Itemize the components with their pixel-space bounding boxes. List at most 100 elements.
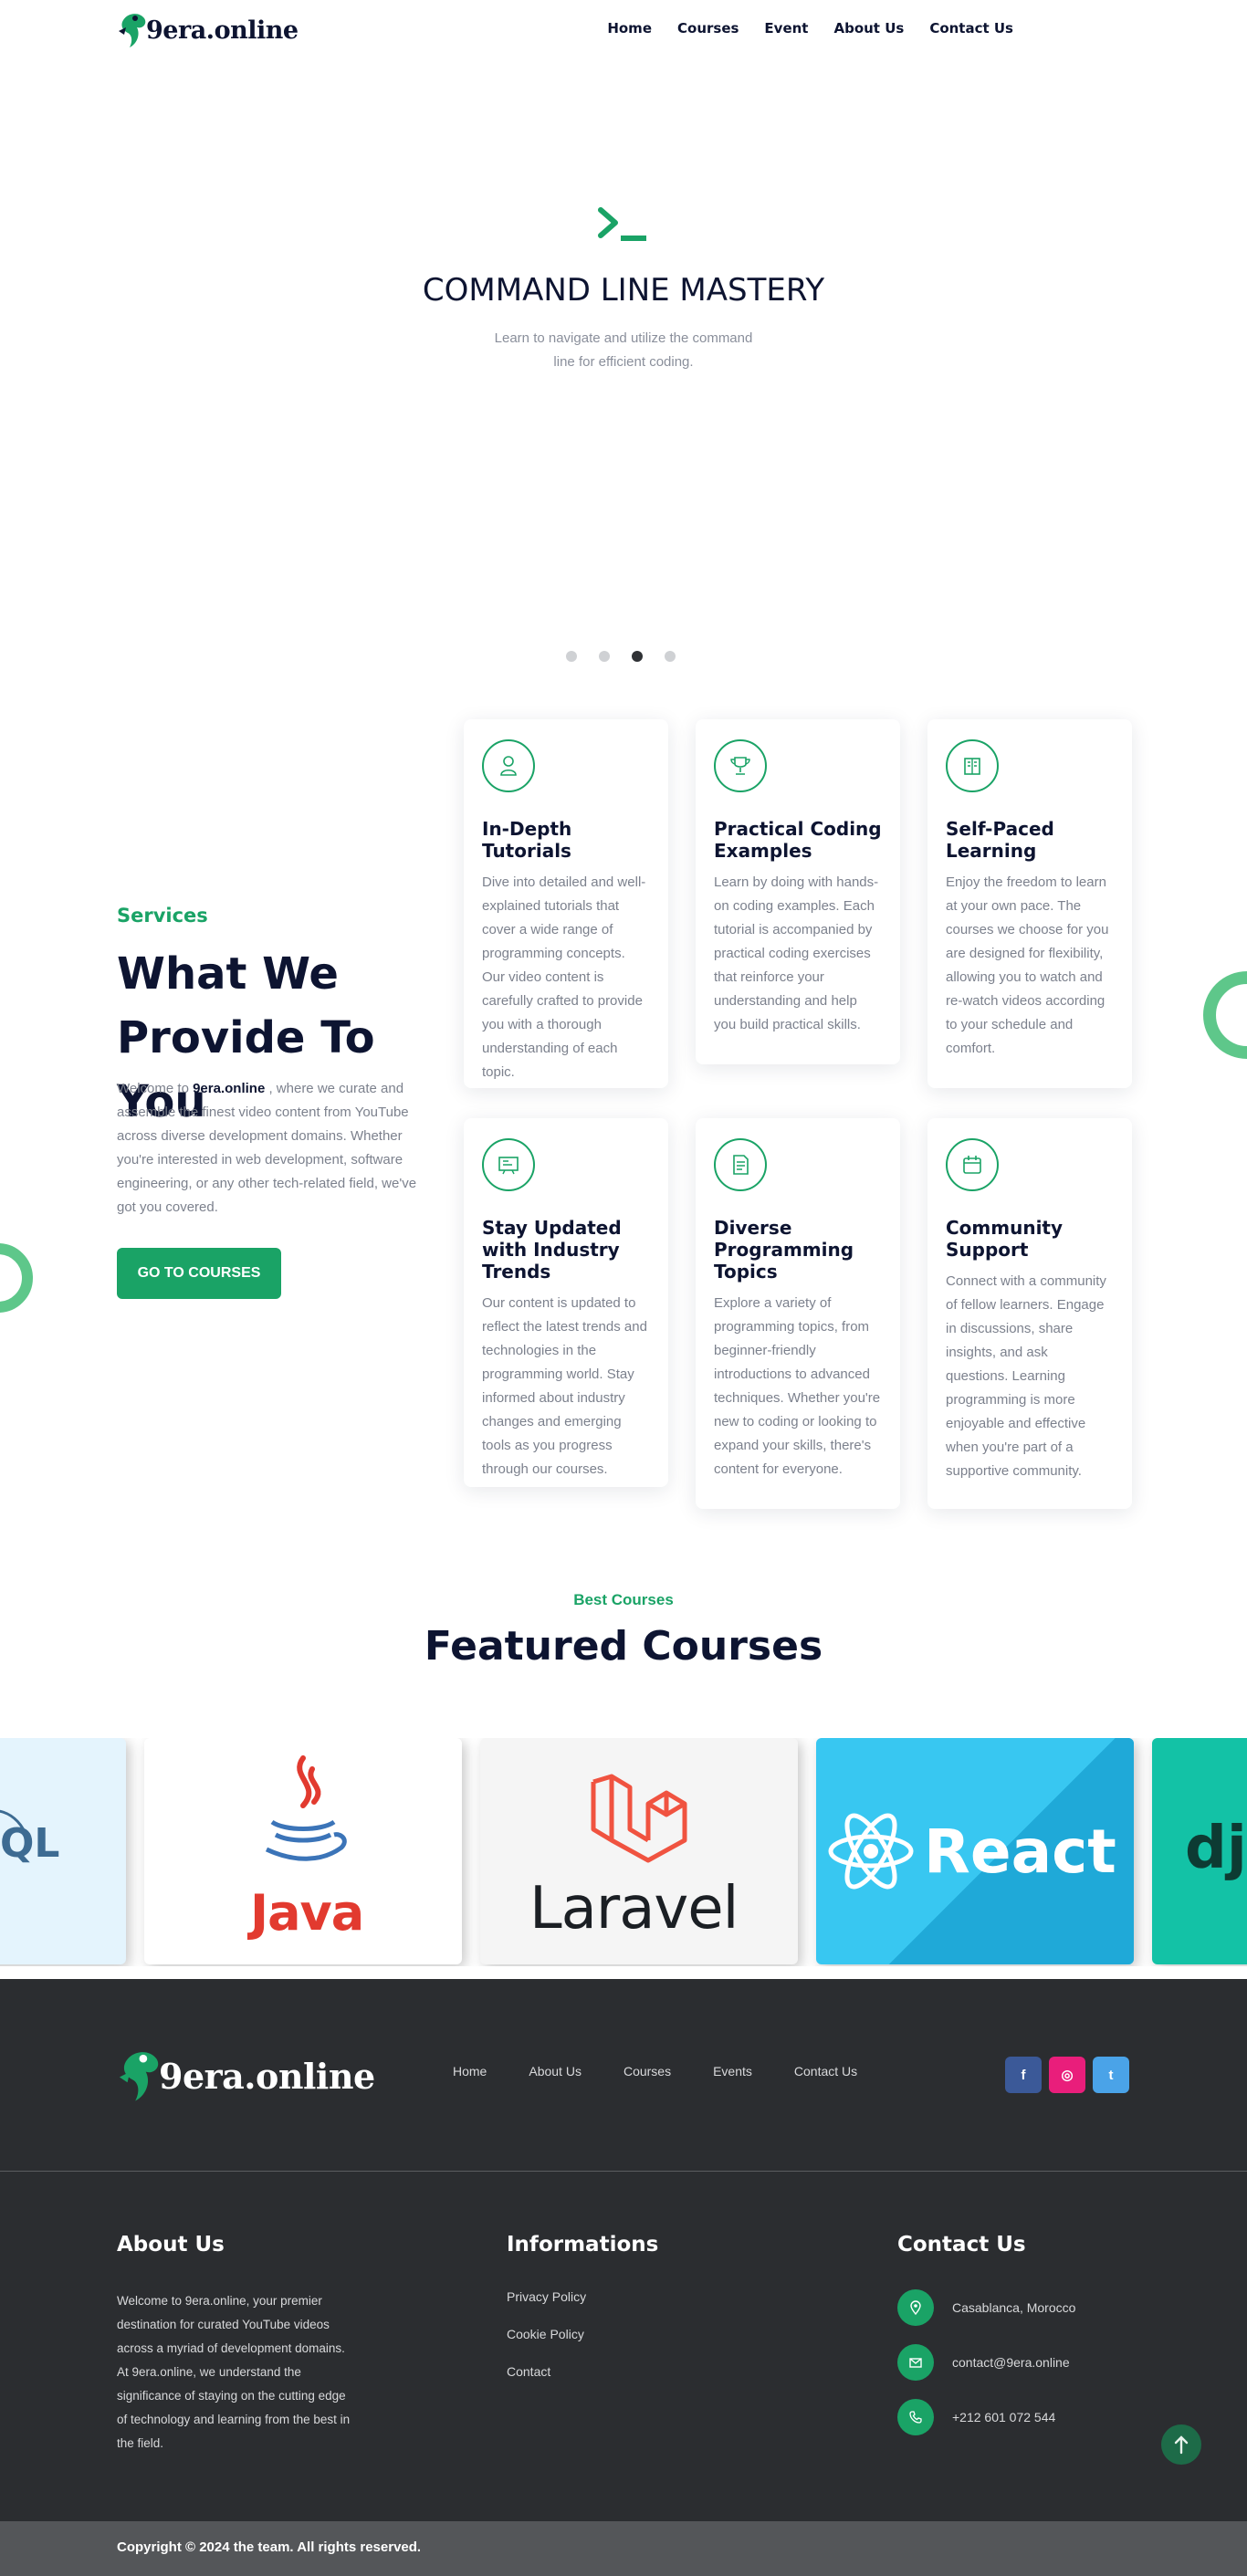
copyright-text: Copyright © 2024 the team. All rights re…	[117, 2539, 422, 2555]
green-figure-logo-icon	[119, 14, 146, 48]
featured-title: Featured Courses	[424, 1623, 823, 1670]
card-text: Dive into detailed and well-explained tu…	[482, 874, 646, 1080]
slider-dot-1[interactable]	[566, 651, 577, 662]
course-card-django[interactable]: dja	[1152, 1738, 1247, 1964]
site-header: 9era.online Home Courses Event About Us …	[0, 0, 1247, 60]
main-nav: Home Courses Event About Us Contact Us	[582, 20, 1013, 37]
service-card: Diverse Programming Topics Explore a var…	[696, 1118, 900, 1509]
copyright-bar: Copyright © 2024 the team. All rights re…	[0, 2521, 1247, 2576]
scroll-to-top-button[interactable]	[1161, 2424, 1201, 2465]
facebook-icon[interactable]: f	[1005, 2057, 1042, 2093]
card-title: In-Depth Tutorials	[482, 818, 572, 862]
java-cup-icon	[265, 1755, 347, 1861]
twitter-icon[interactable]: t	[1093, 2057, 1129, 2093]
nav-courses[interactable]: Courses	[677, 20, 739, 37]
card-text: Explore a variety of programming topics,…	[714, 1295, 881, 1477]
footer-nav-contact-us[interactable]: Contact Us	[794, 2064, 857, 2079]
footer-nav: Home About Us Courses Events Contact Us	[453, 2064, 899, 2079]
footer-nav-about-us[interactable]: About Us	[529, 2064, 582, 2079]
services-description: Welcome to 9era.online , where we curate…	[117, 1081, 417, 1215]
footer-contact-title: Contact Us	[897, 2233, 1026, 2257]
card-text: Connect with a community of fellow learn…	[946, 1273, 1106, 1479]
slider-dot-3-active[interactable]	[632, 651, 643, 662]
brand-name: 9era.online	[146, 16, 299, 45]
card-title: Community Support	[946, 1217, 1064, 1261]
courses-carousel: QL Java Laravel React dja	[0, 1738, 1247, 1966]
tutor-icon	[482, 739, 535, 792]
course-label: React	[924, 1817, 1116, 1887]
contact-address: Casablanca, Morocco	[897, 2289, 1075, 2326]
nav-about-us[interactable]: About Us	[833, 20, 904, 37]
card-title: Diverse Programming Topics	[714, 1217, 854, 1283]
document-icon	[714, 1138, 767, 1191]
nav-event[interactable]: Event	[764, 20, 808, 37]
footer-info-links: Privacy Policy Cookie Policy Contact	[507, 2289, 586, 2402]
book-icon	[946, 739, 999, 792]
service-card: Stay Updated with Industry Trends Our co…	[464, 1118, 668, 1487]
trophy-icon	[714, 739, 767, 792]
calendar-icon	[946, 1138, 999, 1191]
nav-home[interactable]: Home	[607, 20, 652, 37]
featured-tag: Best Courses	[573, 1591, 674, 1608]
cookie-policy-link[interactable]: Cookie Policy	[507, 2327, 586, 2364]
footer-nav-courses[interactable]: Courses	[624, 2064, 671, 2079]
contact-phone: +212 601 072 544	[897, 2399, 1055, 2435]
footer-nav-home[interactable]: Home	[453, 2064, 487, 2079]
course-card-mysql[interactable]: QL	[0, 1738, 126, 1964]
terminal-prompt-icon	[598, 207, 646, 241]
react-atom-icon	[828, 1813, 914, 1890]
footer-divider	[0, 2171, 1247, 2172]
footer-info-title: Informations	[507, 2233, 659, 2257]
contact-text[interactable]: contact@9era.online	[952, 2355, 1070, 2370]
course-label: Java	[250, 1884, 364, 1942]
footer-brand-logo[interactable]: 9era.online	[117, 2043, 375, 2109]
course-card-java[interactable]: Java	[144, 1738, 462, 1964]
footer-about-text: Welcome to 9era.online, your premier des…	[117, 2294, 351, 2450]
social-links: f ◎ t	[1005, 2057, 1129, 2093]
card-title: Stay Updated with Industry Trends	[482, 1217, 622, 1283]
course-label: dja	[1185, 1815, 1247, 1882]
contact-text: Casablanca, Morocco	[952, 2300, 1076, 2315]
service-card: In-Depth Tutorials Dive into detailed an…	[464, 719, 668, 1088]
footer-about-title: About Us	[117, 2233, 225, 2257]
decorative-ring	[0, 1243, 33, 1313]
brand-logo[interactable]: 9era.online	[117, 7, 299, 53]
site-footer: 9era.online Home About Us Courses Events…	[0, 1979, 1247, 2521]
contact-link[interactable]: Contact	[507, 2364, 586, 2402]
instagram-icon[interactable]: ◎	[1049, 2057, 1085, 2093]
service-card: Community Support Connect with a communi…	[927, 1118, 1132, 1509]
board-icon	[482, 1138, 535, 1191]
envelope-icon	[897, 2344, 934, 2381]
slider-dot-4[interactable]	[665, 651, 676, 662]
service-card: Self-Paced Learning Enjoy the freedom to…	[927, 719, 1132, 1088]
arrow-up-icon	[1174, 2435, 1189, 2455]
card-text: Enjoy the freedom to learn at your own p…	[946, 874, 1109, 1056]
go-to-courses-button[interactable]: GO TO COURSES	[117, 1248, 281, 1299]
course-label: Laravel	[529, 1875, 739, 1942]
privacy-policy-link[interactable]: Privacy Policy	[507, 2289, 586, 2327]
service-card: Practical Coding Examples Learn by doing…	[696, 719, 900, 1064]
hero-slider: COMMAND LINE MASTERY Learn to navigate a…	[0, 60, 1247, 699]
card-text: Our content is updated to reflect the la…	[482, 1295, 647, 1477]
mysql-dolphin-icon	[0, 1809, 29, 1839]
laravel-logo-icon	[591, 1774, 687, 1863]
decorative-ring	[1203, 971, 1247, 1059]
hero-subtitle: Learn to navigate and utilize the comman…	[494, 330, 753, 370]
slider-dots	[566, 651, 676, 662]
services-tag: Services	[117, 905, 208, 927]
card-text: Learn by doing with hands-on coding exam…	[714, 874, 879, 1032]
slider-dot-2[interactable]	[599, 651, 610, 662]
hero-title: COMMAND LINE MASTERY	[422, 272, 825, 309]
contact-text[interactable]: +212 601 072 544	[952, 2410, 1055, 2424]
green-figure-logo-icon	[119, 2052, 159, 2101]
footer-brand-name: 9era.online	[159, 2055, 375, 2097]
footer-nav-events[interactable]: Events	[713, 2064, 752, 2079]
nav-contact-us[interactable]: Contact Us	[929, 20, 1013, 37]
phone-icon	[897, 2399, 934, 2435]
course-card-laravel[interactable]: Laravel	[480, 1738, 798, 1964]
services-brand-name: 9era.online	[193, 1081, 266, 1096]
contact-email: contact@9era.online	[897, 2344, 1070, 2381]
course-card-react[interactable]: React	[816, 1738, 1134, 1964]
card-title: Self-Paced Learning	[946, 818, 1054, 862]
card-title: Practical Coding Examples	[714, 818, 882, 862]
